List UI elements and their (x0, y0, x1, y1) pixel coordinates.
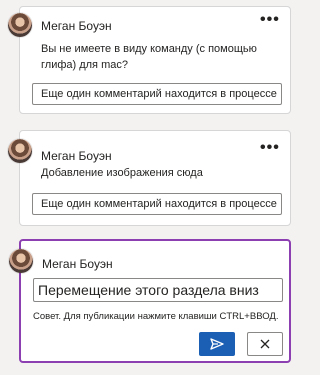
send-button[interactable] (199, 332, 235, 356)
comment-card: Меган Боуэн ••• Вы не имеете в виду кома… (8, 6, 291, 114)
send-icon (210, 338, 224, 350)
avatar (9, 249, 33, 273)
avatar (8, 139, 32, 163)
pending-comment-notice[interactable]: Еще один комментарий находится в процесс… (32, 193, 282, 215)
post-hint: Совет. Для публикации нажмите клавиши CT… (33, 311, 279, 322)
more-options-icon[interactable]: ••• (260, 12, 280, 28)
comment-text: Вы не имеете в виду команду (с помощью г… (41, 43, 257, 71)
comment-input[interactable]: Перемещение этого раздела вниз (33, 278, 283, 302)
comment-author: Меган Боуэн (41, 19, 112, 33)
close-icon (260, 339, 270, 349)
composer-author: Меган Боуэн (42, 257, 113, 271)
comment-text: Добавление изображения сюда (41, 167, 203, 179)
avatar (8, 13, 32, 37)
comment-author: Меган Боуэн (41, 149, 112, 163)
pending-comment-notice[interactable]: Еще один комментарий находится в процесс… (32, 83, 282, 105)
reply-composer: Меган Боуэн Перемещение этого раздела вн… (9, 239, 291, 363)
cancel-button[interactable] (247, 332, 283, 356)
more-options-icon[interactable]: ••• (260, 140, 280, 156)
comment-card: Меган Боуэн ••• Добавление изображения с… (8, 130, 291, 226)
